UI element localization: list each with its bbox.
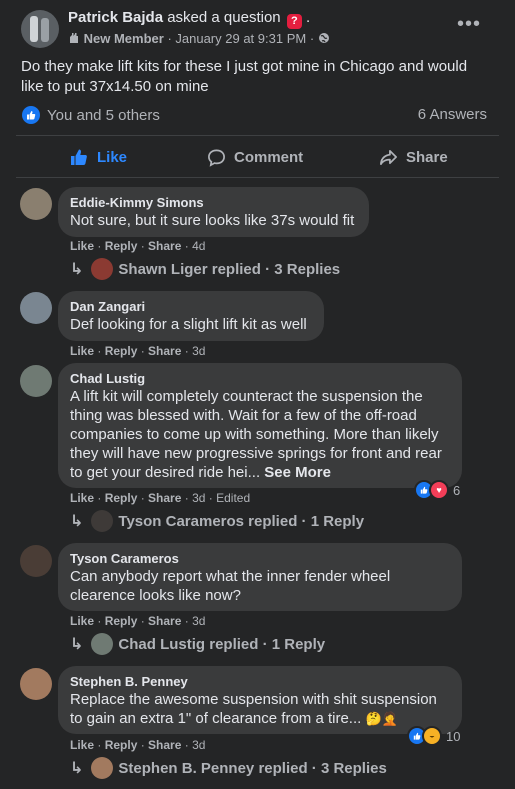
commenter-name[interactable]: Tyson Carameros	[70, 551, 450, 567]
view-replies-link[interactable]: ↳ Stephen B. Penney replied · 3 Replies	[70, 757, 387, 779]
comment-like-button[interactable]: Like	[70, 239, 94, 253]
comment-bubble: Stephen B. Penney Replace the awesome su…	[58, 666, 462, 734]
divider	[16, 135, 499, 136]
comment-like-button[interactable]: Like	[70, 344, 94, 358]
comment-icon	[208, 149, 225, 167]
commenter-name[interactable]: Eddie-Kimmy Simons	[70, 195, 357, 211]
comment-share-button[interactable]: Share	[148, 491, 181, 505]
comment-share-button[interactable]: Share	[148, 738, 181, 752]
comment-actions: Like · Reply · Share · 4d	[70, 239, 206, 253]
view-replies-link[interactable]: ↳ Shawn Liger replied · 3 Replies	[70, 258, 340, 280]
comment-actions: Like · Reply · Share · 3d · Edited	[70, 491, 251, 505]
comment-reply-button[interactable]: Reply	[105, 491, 138, 505]
comment-time[interactable]: 3d	[192, 491, 205, 505]
answers-count[interactable]: 6 Answers	[418, 106, 487, 123]
comment-bubble: Eddie-Kimmy Simons Not sure, but it sure…	[58, 187, 369, 237]
comment-reply-button[interactable]: Reply	[105, 738, 138, 752]
commenter-avatar[interactable]	[20, 668, 52, 700]
comment-actions: Like · Reply · Share · 3d	[70, 344, 206, 358]
author-avatar[interactable]	[21, 10, 59, 48]
commenter-avatar[interactable]	[20, 545, 52, 577]
comment-bubble: Tyson Carameros Can anybody report what …	[58, 543, 462, 611]
comment-button[interactable]: Comment	[207, 145, 303, 169]
view-replies-link[interactable]: ↳ Chad Lustig replied · 1 Reply	[70, 633, 325, 655]
comment-time[interactable]: 3d	[192, 614, 205, 628]
commenter-name[interactable]: Stephen B. Penney	[70, 674, 450, 690]
comment-reply-button[interactable]: Reply	[105, 239, 138, 253]
commenter-name[interactable]: Chad Lustig	[70, 371, 450, 387]
commenter-avatar[interactable]	[20, 365, 52, 397]
comment-reply-button[interactable]: Reply	[105, 344, 138, 358]
edited-label[interactable]: Edited	[216, 491, 250, 505]
like-button[interactable]: Like	[69, 145, 127, 169]
like-reaction-icon	[22, 106, 40, 124]
post-reactions[interactable]: You and 5 others	[22, 106, 160, 124]
reactions-count: You and 5 others	[47, 106, 160, 124]
thinking-facepalm-emoji: 🤔🤦	[365, 711, 398, 726]
commenter-avatar[interactable]	[20, 292, 52, 324]
post-author-line: Patrick Bajda asked a question ? .	[68, 9, 311, 29]
post-timestamp[interactable]: January 29 at 9:31 PM	[175, 31, 306, 46]
love-reaction-icon: ♥	[429, 480, 449, 500]
replier-avatar	[91, 757, 114, 779]
comment-text: Def looking for a slight lift kit as wel…	[70, 316, 307, 333]
haha-reaction-icon	[422, 726, 442, 746]
comment-share-button[interactable]: Share	[148, 239, 181, 253]
comment-time[interactable]: 3d	[192, 344, 205, 358]
comment-text: Replace the awesome suspension with shit…	[70, 691, 437, 727]
reply-arrow-icon: ↳	[70, 261, 84, 278]
comment-text: A lift kit will completely counteract th…	[70, 388, 442, 481]
reply-arrow-icon: ↳	[70, 760, 84, 777]
member-badge-icon	[68, 31, 84, 46]
replier-avatar	[91, 633, 114, 655]
comment-time[interactable]: 3d	[192, 738, 205, 752]
commenter-avatar[interactable]	[20, 188, 52, 220]
comment-bubble: Chad Lustig A lift kit will completely c…	[58, 363, 462, 488]
replier-avatar	[91, 258, 114, 280]
comment-like-button[interactable]: Like	[70, 491, 94, 505]
comment-like-button[interactable]: Like	[70, 738, 94, 752]
reply-arrow-icon: ↳	[70, 636, 84, 653]
comment-like-button[interactable]: Like	[70, 614, 94, 628]
reply-arrow-icon: ↳	[70, 513, 84, 530]
post-author-name[interactable]: Patrick Bajda	[68, 9, 163, 26]
comment-time[interactable]: 4d	[192, 239, 205, 253]
comment-share-button[interactable]: Share	[148, 614, 181, 628]
comment-actions: Like · Reply · Share · 3d	[70, 738, 206, 752]
like-icon	[71, 149, 87, 165]
divider	[16, 177, 499, 178]
commenter-name[interactable]: Dan Zangari	[70, 299, 312, 315]
comment-reactions[interactable]: 10	[407, 726, 460, 746]
globe-icon	[318, 31, 330, 46]
comment-text: Can anybody report what the inner fender…	[70, 568, 391, 604]
more-options-icon[interactable]: •••	[457, 14, 481, 34]
comment-actions: Like · Reply · Share · 3d	[70, 614, 206, 628]
reaction-count: 6	[453, 482, 461, 498]
question-icon: ?	[286, 14, 302, 29]
post-text: Do they make lift kits for these I just …	[21, 58, 468, 95]
comment-text: Not sure, but it sure looks like 37s wou…	[70, 212, 355, 229]
post-meta: New Member · January 29 at 9:31 PM ·	[68, 31, 330, 46]
member-badge: New Member	[83, 31, 164, 46]
share-button[interactable]: Share	[379, 145, 448, 169]
reaction-count: 10	[446, 728, 461, 744]
view-replies-link[interactable]: ↳ Tyson Carameros replied · 1 Reply	[70, 510, 364, 532]
comment-reactions[interactable]: ♥ 6	[414, 480, 460, 500]
comment-reply-button[interactable]: Reply	[105, 614, 138, 628]
see-more-link[interactable]: See More	[264, 464, 331, 481]
comment-bubble: Dan Zangari Def looking for a slight lif…	[58, 291, 324, 341]
share-icon	[380, 149, 397, 165]
replier-avatar	[91, 510, 114, 532]
comment-share-button[interactable]: Share	[148, 344, 181, 358]
